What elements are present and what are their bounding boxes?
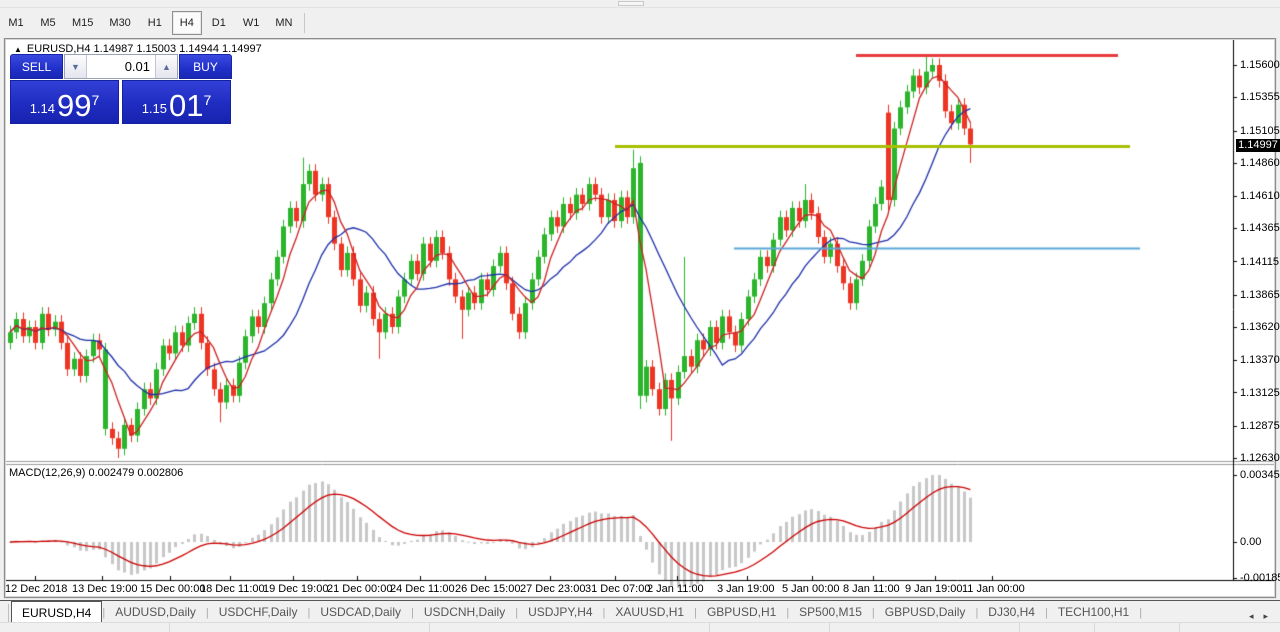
chart-tab-eurusd-h4[interactable]: EURUSD,H4 — [11, 601, 102, 622]
status-cell — [170, 623, 430, 632]
time-axis-label: 5 Jan 00:00 — [782, 583, 840, 595]
time-axis-label: 11 Jan 00:00 — [962, 583, 1025, 595]
chart-tab-usdcnh-daily[interactable]: USDCNH,Daily — [414, 602, 515, 622]
status-cell — [430, 623, 710, 632]
chart-tab-usdcad-daily[interactable]: USDCAD,Daily — [310, 602, 411, 622]
time-axis-label: 3 Jan 19:00 — [717, 583, 775, 595]
chart-tab-bar: EURUSD,H4|AUDUSD,Daily|USDCHF,Daily|USDC… — [0, 600, 1280, 622]
price-scale-label: 1.14610 — [1240, 190, 1280, 202]
time-axis-label: 31 Dec 07:00 — [585, 583, 650, 595]
price-scale-label: 1.15105 — [1240, 125, 1280, 137]
timeframe-button-m15[interactable]: M15 — [65, 11, 100, 35]
tab-separator: | — [1139, 604, 1142, 622]
ask-price-pipette: 7 — [204, 93, 212, 107]
price-scale-label: 1.12875 — [1240, 420, 1280, 432]
tab-scroll-controls: ◂ ▸ — [1249, 611, 1280, 622]
price-scale-label: 1.14115 — [1240, 256, 1279, 268]
price-scale-label: 1.12630 — [1240, 452, 1280, 464]
tab-bar-grip — [0, 604, 9, 622]
macd-scale-label: -0.001851 — [1240, 572, 1280, 584]
timeframe-button-m30[interactable]: M30 — [102, 11, 137, 35]
chart-tab-usdjpy-h4[interactable]: USDJPY,H4 — [518, 602, 602, 622]
chart-tab-xauusd-h1[interactable]: XAUUSD,H1 — [605, 602, 694, 622]
time-axis-label: 27 Dec 23:00 — [520, 583, 585, 595]
time-axis-label: 21 Dec 00:00 — [327, 583, 392, 595]
time-axis-label: 19 Dec 19:00 — [263, 583, 328, 595]
time-axis-label: 8 Jan 11:00 — [843, 583, 900, 595]
volume-input[interactable]: 0.01 — [87, 55, 155, 78]
volume-increase-icon[interactable]: ▲ — [155, 55, 177, 78]
toolbar-separator — [304, 13, 305, 33]
chart-tab-dj30-h4[interactable]: DJ30,H4 — [978, 602, 1045, 622]
price-scale-label: 1.15600 — [1240, 59, 1280, 71]
price-scale-label: 1.13620 — [1240, 321, 1280, 333]
tab-scroll-left-icon[interactable]: ◂ — [1249, 611, 1254, 622]
collapse-panel-icon[interactable]: ▲ — [14, 45, 22, 54]
timeframe-button-mn[interactable]: MN — [268, 11, 299, 35]
status-cell — [710, 623, 830, 632]
timeframe-button-h1[interactable]: H1 — [140, 11, 170, 35]
bid-price-major: 1.14 — [30, 102, 55, 119]
chart-tab-gbpusd-daily[interactable]: GBPUSD,Daily — [875, 602, 976, 622]
buy-button[interactable]: BUY — [179, 54, 232, 79]
price-scale-label: 1.13125 — [1240, 387, 1280, 399]
ask-price-major: 1.15 — [142, 102, 167, 119]
time-axis-label: 26 Dec 15:00 — [455, 583, 520, 595]
chart-tabs: EURUSD,H4|AUDUSD,Daily|USDCHF,Daily|USDC… — [11, 601, 1142, 622]
timeframe-button-h4[interactable]: H4 — [172, 11, 202, 35]
toolbar-grip[interactable] — [618, 1, 644, 6]
status-cell — [1095, 623, 1180, 632]
price-scale-label: 1.13865 — [1240, 289, 1280, 301]
status-cell — [830, 623, 1020, 632]
tab-scroll-right-icon[interactable]: ▸ — [1263, 611, 1268, 622]
timeframe-toolbar: M1M5M15M30H1H4D1W1MN — [0, 8, 1280, 38]
window-top-strip — [0, 0, 1280, 8]
timeframe-button-m5[interactable]: M5 — [33, 11, 63, 35]
status-cell — [1020, 623, 1095, 632]
bid-price-pips: 99 — [57, 93, 91, 119]
chart-tab-gbpusd-h1[interactable]: GBPUSD,H1 — [697, 602, 786, 622]
timeframe-button-m1[interactable]: M1 — [1, 11, 31, 35]
chart-tab-tech100-h1[interactable]: TECH100,H1 — [1048, 602, 1139, 622]
chart-tab-usdchf-daily[interactable]: USDCHF,Daily — [209, 602, 308, 622]
status-strip — [0, 622, 1280, 632]
timeframe-button-d1[interactable]: D1 — [204, 11, 234, 35]
time-axis-label: 2 Jan 11:00 — [647, 583, 704, 595]
timeframe-button-w1[interactable]: W1 — [236, 11, 267, 35]
macd-scale-label: 0.003452 — [1240, 469, 1280, 481]
time-axis-label: 9 Jan 19:00 — [905, 583, 963, 595]
bid-price-pipette: 7 — [92, 93, 100, 107]
time-axis-label: 15 Dec 00:00 — [140, 583, 205, 595]
volume-stepper: ▼ 0.01 ▲ — [64, 54, 178, 79]
time-axis-label: 18 Dec 11:00 — [200, 583, 265, 595]
price-scale-label: 1.15355 — [1240, 91, 1280, 103]
time-axis-label: 12 Dec 2018 — [5, 583, 67, 595]
price-scale-label: 1.14860 — [1240, 157, 1280, 169]
chart-tab-audusd-daily[interactable]: AUDUSD,Daily — [105, 602, 206, 622]
volume-decrease-icon[interactable]: ▼ — [65, 55, 87, 78]
time-axis-label: 13 Dec 19:00 — [72, 583, 137, 595]
ask-price-button[interactable]: 1.15 01 7 — [122, 80, 231, 124]
price-scale-label: 1.14365 — [1240, 222, 1280, 234]
macd-indicator-label: MACD(12,26,9) 0.002479 0.002806 — [9, 467, 183, 479]
time-axis-label: 24 Dec 11:00 — [390, 583, 455, 595]
current-price-badge: 1.14997 — [1236, 139, 1280, 152]
price-scale-label: 1.13370 — [1240, 354, 1280, 366]
chart-tab-sp500-m15[interactable]: SP500,M15 — [789, 602, 872, 622]
ask-price-pips: 01 — [169, 93, 203, 119]
one-click-trading-panel: SELL ▼ 0.01 ▲ BUY 1.14 99 7 1.15 01 7 — [10, 54, 232, 124]
bid-price-button[interactable]: 1.14 99 7 — [10, 80, 119, 124]
sell-button[interactable]: SELL — [10, 54, 63, 79]
macd-scale-label: 0.00 — [1240, 536, 1261, 548]
status-cell — [0, 623, 170, 632]
